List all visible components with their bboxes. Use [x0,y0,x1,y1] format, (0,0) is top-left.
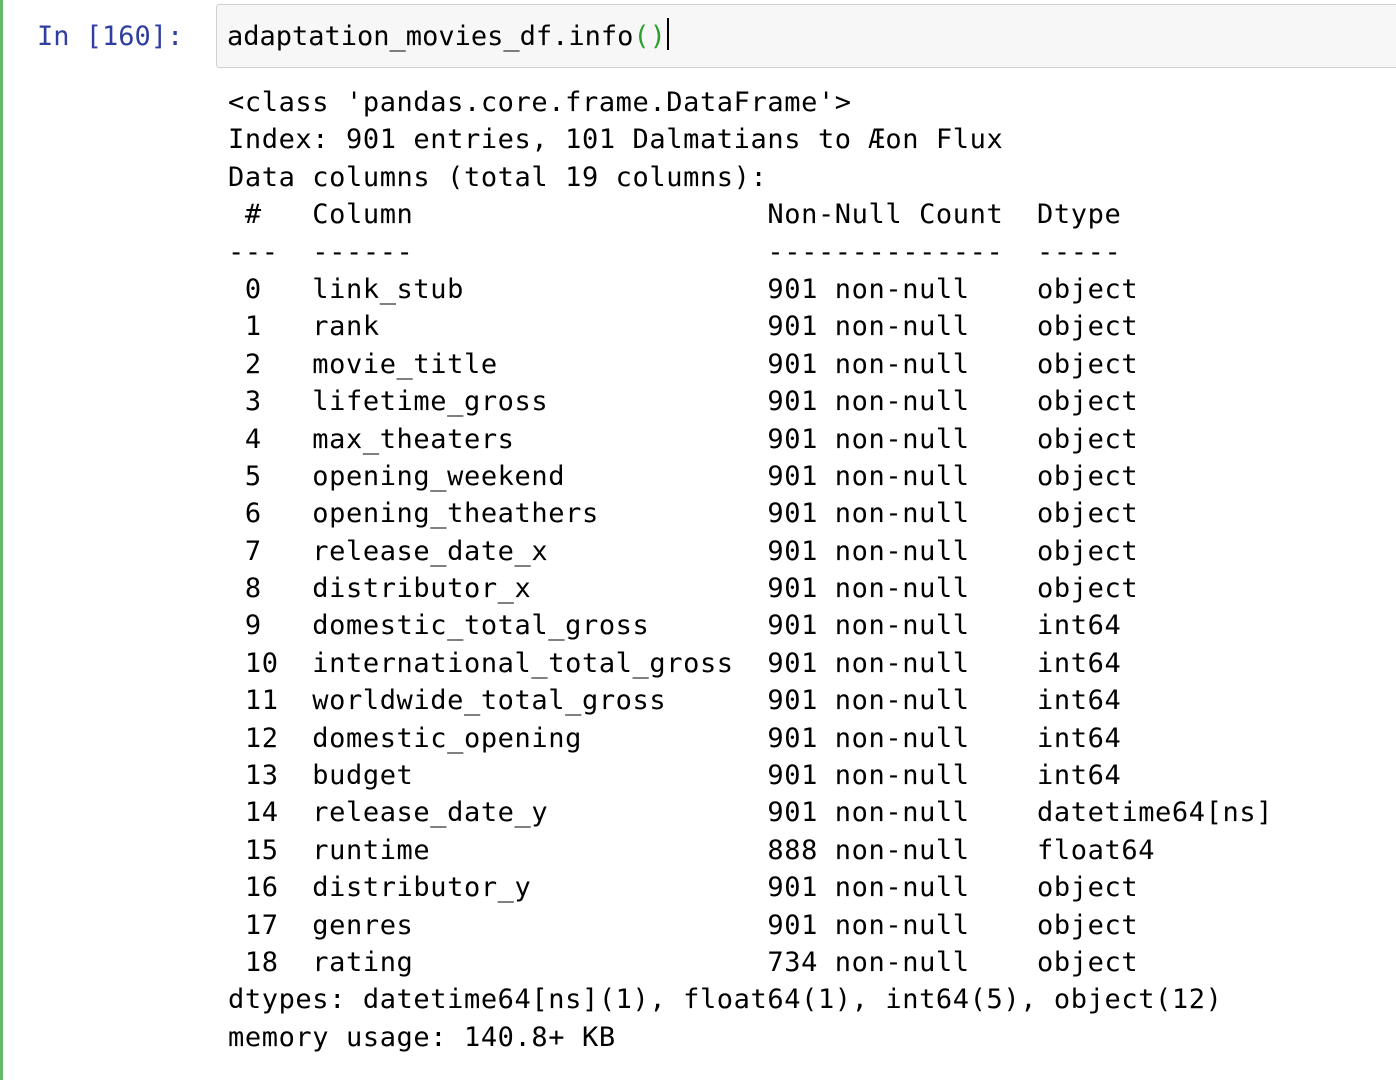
output-separator: --- ------ -------------- ----- [228,236,1122,268]
output-row: 13 budget 901 non-null int64 [228,760,1122,792]
output-memory-line: memory usage: 140.8+ KB [228,1021,616,1053]
output-row: 17 genres 901 non-null object [228,909,1139,941]
output-row: 2 movie_title 901 non-null object [228,348,1139,380]
output-row: 5 opening_weekend 901 non-null object [228,460,1139,492]
output-row: 7 release_date_x 901 non-null object [228,535,1139,567]
output-row: 1 rank 901 non-null object [228,311,1139,343]
code-object: adaptation_movies_df [227,21,553,52]
output-row: 15 runtime 888 non-null float64 [228,834,1156,866]
text-cursor [666,18,669,50]
output-class-line: <class 'pandas.core.frame.DataFrame'> [228,87,852,118]
code-parens: () [633,21,666,52]
code-input-area[interactable]: adaptation_movies_df.info() [216,4,1396,68]
output-columns-header: # Column Non-Null Count Dtype [228,199,1122,231]
output-row: 14 release_date_y 901 non-null datetime6… [228,797,1274,829]
output-row: 18 rating 734 non-null object [228,946,1139,978]
code-method: .info [552,21,634,52]
cell-output: <class 'pandas.core.frame.DataFrame'> In… [228,84,1273,1056]
output-row: 4 max_theaters 901 non-null object [228,423,1139,455]
output-row: 16 distributor_y 901 non-null object [228,872,1139,904]
output-row: 6 opening_theathers 901 non-null object [228,498,1139,530]
output-row: 0 link_stub 901 non-null object [228,273,1139,305]
output-columns-summary-line: Data columns (total 19 columns): [228,161,768,193]
cell-prompt: In [160]: [37,21,184,52]
output-row: 9 domestic_total_gross 901 non-null int6… [228,610,1122,642]
output-row: 11 worldwide_total_gross 901 non-null in… [228,685,1122,717]
output-row: 12 domestic_opening 901 non-null int64 [228,722,1122,754]
output-dtypes-line: dtypes: datetime64[ns](1), float64(1), i… [228,984,1223,1016]
output-row: 10 international_total_gross 901 non-nul… [228,647,1122,679]
notebook-code-cell[interactable]: In [160]: adaptation_movies_df.info() <c… [0,0,1396,1080]
code-line[interactable]: adaptation_movies_df.info() [227,17,669,57]
output-row: 8 distributor_x 901 non-null object [228,573,1139,605]
output-row: 3 lifetime_gross 901 non-null object [228,386,1139,418]
output-index-line: Index: 901 entries, 101 Dalmatians to Æo… [228,124,1004,156]
